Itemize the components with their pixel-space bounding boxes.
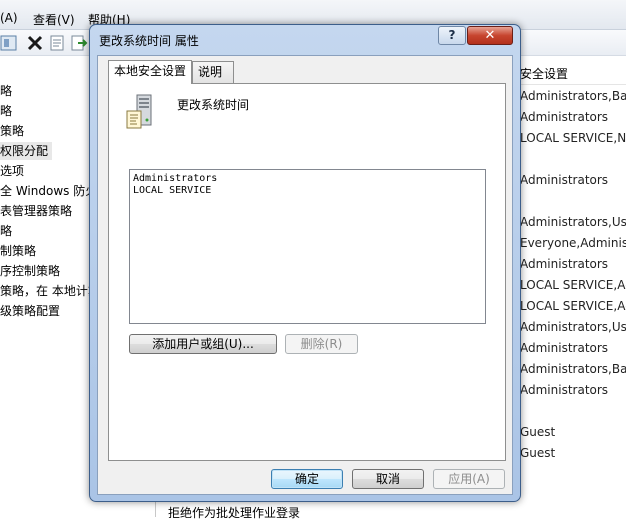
- cancel-button[interactable]: 取消: [352, 469, 424, 489]
- tree-item[interactable]: 表管理器策略: [0, 202, 72, 220]
- table-cell[interactable]: Everyone,Administr: [520, 234, 626, 252]
- help-button[interactable]: ?: [438, 26, 466, 45]
- table-cell[interactable]: Administrators,Use: [520, 318, 626, 336]
- tree-item[interactable]: 略: [0, 102, 12, 120]
- table-cell[interactable]: Administrators: [520, 339, 608, 357]
- tree-item-user-rights[interactable]: 权限分配: [0, 142, 53, 160]
- table-cell[interactable]: Guest: [520, 444, 555, 462]
- table-cell[interactable]: Administrators,Bac: [520, 360, 626, 378]
- tree-item[interactable]: 全 Windows 防火: [0, 182, 97, 200]
- column-header-security-setting[interactable]: 安全设置: [515, 63, 626, 85]
- tab-local-security-setting[interactable]: 本地安全设置: [108, 60, 192, 84]
- table-cell[interactable]: Administrators: [520, 381, 608, 399]
- remove-button[interactable]: 删除(R): [285, 334, 358, 354]
- table-cell[interactable]: LOCAL SERVICE,Ad: [520, 276, 626, 294]
- policy-name: 更改系统时间: [177, 98, 250, 112]
- policy-list-row[interactable]: 拒绝作为批处理作业登录: [155, 500, 355, 520]
- apply-button[interactable]: 应用(A): [433, 469, 505, 489]
- table-cell[interactable]: Administrators,Use: [520, 213, 626, 231]
- close-button[interactable]: ✕: [467, 26, 513, 45]
- dialog-body: 本地安全设置 说明 更改系统时间 Administrators LOCAL SE…: [97, 55, 513, 495]
- tree-item[interactable]: 略: [0, 82, 12, 100]
- table-cell[interactable]: Guest: [520, 423, 555, 441]
- list-item[interactable]: LOCAL SERVICE: [133, 185, 211, 197]
- back-icon[interactable]: [0, 34, 18, 52]
- tree-item[interactable]: 略: [0, 222, 12, 240]
- add-user-or-group-button[interactable]: 添加用户或组(U)...: [129, 334, 277, 354]
- tab-explain[interactable]: 说明: [192, 61, 234, 83]
- tree-pane: 略 略 策略 权限分配 选项 全 Windows 防火 表管理器策略 略 制策略…: [0, 56, 100, 517]
- tree-item[interactable]: 序控制策略: [0, 262, 60, 280]
- menu-action[interactable]: (A): [0, 11, 18, 25]
- ok-button[interactable]: 确定: [271, 469, 343, 489]
- tree-item[interactable]: 制策略: [0, 242, 36, 260]
- tree-item[interactable]: 级策略配置: [0, 302, 60, 320]
- tree-item[interactable]: 策略: [0, 122, 24, 140]
- principal-list[interactable]: Administrators LOCAL SERVICE: [129, 169, 486, 324]
- table-cell[interactable]: Administrators: [520, 108, 608, 126]
- tree-item[interactable]: 策略，在 本地计算: [0, 282, 100, 300]
- table-cell[interactable]: Administrators: [520, 255, 608, 273]
- properties-dialog: 更改系统时间 属性 ? ✕ 本地安全设置 说明 更改系统时间 Administr…: [89, 24, 521, 502]
- menu-view[interactable]: 查看(V): [33, 11, 75, 28]
- delete-icon[interactable]: [26, 34, 44, 52]
- table-cell[interactable]: LOCAL SERVICE,NE: [520, 129, 626, 147]
- export-icon[interactable]: [70, 34, 88, 52]
- properties-icon[interactable]: [48, 34, 66, 52]
- table-cell[interactable]: LOCAL SERVICE,Ad: [520, 297, 626, 315]
- tab-panel: 更改系统时间 Administrators LOCAL SERVICE 添加用户…: [108, 83, 506, 461]
- dialog-title: 更改系统时间 属性: [99, 34, 199, 48]
- server-policy-icon: [126, 94, 152, 129]
- table-cell[interactable]: Administrators: [520, 171, 608, 189]
- table-cell[interactable]: Administrators,Bac: [520, 87, 626, 105]
- tree-item[interactable]: 选项: [0, 162, 24, 180]
- list-item[interactable]: Administrators: [133, 173, 217, 185]
- policy-row-label: 拒绝作为批处理作业登录: [168, 506, 301, 520]
